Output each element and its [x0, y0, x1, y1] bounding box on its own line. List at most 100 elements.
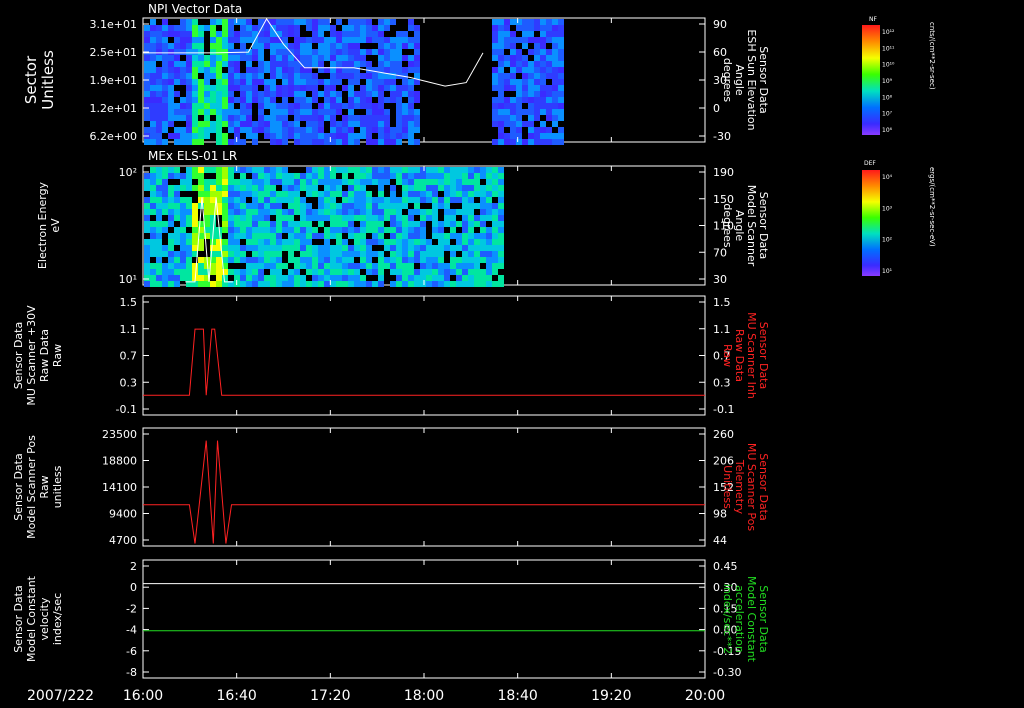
- heat-cell: [318, 197, 324, 203]
- ytick-label: -0.1: [116, 403, 137, 416]
- heat-cell: [342, 121, 348, 127]
- heat-cell: [282, 19, 288, 25]
- heat-cell: [210, 25, 216, 31]
- heat-cell: [192, 215, 198, 221]
- heat-cell: [414, 275, 420, 281]
- heat-cell: [408, 121, 414, 127]
- heat-cell: [318, 25, 324, 31]
- heat-cell: [366, 227, 372, 233]
- heat-cell: [390, 49, 396, 55]
- heat-cell: [516, 133, 522, 139]
- heat-cell: [324, 251, 330, 257]
- heat-cell: [228, 215, 234, 221]
- heat-cell: [186, 209, 192, 215]
- heat-cell: [162, 91, 168, 97]
- heat-cell: [510, 73, 516, 79]
- heat-cell: [540, 49, 546, 55]
- heat-cell: [348, 257, 354, 263]
- heat-cell: [528, 127, 534, 133]
- heat-cell: [240, 245, 246, 251]
- heat-cell: [480, 203, 486, 209]
- heat-cell: [276, 197, 282, 203]
- heat-cell: [348, 97, 354, 103]
- heat-cell: [414, 61, 420, 67]
- heat-cell: [168, 269, 174, 275]
- heat-cell: [294, 173, 300, 179]
- heat-cell: [240, 197, 246, 203]
- heat-cell: [222, 203, 228, 209]
- heat-cell: [204, 79, 210, 85]
- heat-cell: [396, 49, 402, 55]
- heat-cell: [396, 91, 402, 97]
- heat-cell: [522, 19, 528, 25]
- heat-cell: [186, 239, 192, 245]
- heat-cell: [414, 25, 420, 31]
- heat-cell: [342, 115, 348, 121]
- heat-cell: [210, 221, 216, 227]
- heat-cell: [342, 257, 348, 263]
- heat-cell: [222, 55, 228, 61]
- heat-cell: [258, 97, 264, 103]
- heat-cell: [234, 233, 240, 239]
- heat-cell: [228, 103, 234, 109]
- heat-cell: [270, 239, 276, 245]
- heat-cell: [414, 73, 420, 79]
- heat-cell: [510, 133, 516, 139]
- heat-cell: [498, 55, 504, 61]
- heat-cell: [552, 61, 558, 67]
- heat-cell: [426, 239, 432, 245]
- heat-cell: [198, 49, 204, 55]
- heat-cell: [312, 97, 318, 103]
- heat-cell: [234, 269, 240, 275]
- heat-cell: [366, 203, 372, 209]
- heat-cell: [402, 115, 408, 121]
- heat-cell: [258, 43, 264, 49]
- heat-cell: [540, 67, 546, 73]
- heat-cell: [180, 221, 186, 227]
- heat-cell: [390, 91, 396, 97]
- heat-cell: [312, 215, 318, 221]
- heat-cell: [498, 215, 504, 221]
- heat-cell: [210, 191, 216, 197]
- heat-cell: [300, 79, 306, 85]
- heat-cell: [240, 127, 246, 133]
- heat-cell: [342, 239, 348, 245]
- heat-cell: [402, 191, 408, 197]
- heat-cell: [276, 73, 282, 79]
- heat-cell: [216, 191, 222, 197]
- heat-cell: [468, 245, 474, 251]
- heat-cell: [312, 257, 318, 263]
- heat-cell: [168, 25, 174, 31]
- heat-cell: [330, 257, 336, 263]
- heat-cell: [510, 61, 516, 67]
- heat-cell: [558, 79, 564, 85]
- heat-cell: [468, 167, 474, 173]
- heat-cell: [420, 209, 426, 215]
- heat-cell: [354, 239, 360, 245]
- heat-cell: [222, 215, 228, 221]
- heat-cell: [498, 49, 504, 55]
- heat-cell: [534, 133, 540, 139]
- heat-cell: [150, 233, 156, 239]
- heat-cell: [492, 251, 498, 257]
- heat-cell: [228, 203, 234, 209]
- heat-cell: [300, 43, 306, 49]
- heat-cell: [390, 97, 396, 103]
- heat-cell: [402, 185, 408, 191]
- heat-cell: [540, 97, 546, 103]
- heat-cell: [288, 251, 294, 257]
- heat-cell: [240, 251, 246, 257]
- heat-cell: [234, 179, 240, 185]
- heat-cell: [144, 55, 150, 61]
- heat-cell: [168, 121, 174, 127]
- time-tick-label: 16:00: [123, 688, 163, 704]
- heat-cell: [318, 79, 324, 85]
- heat-cell: [306, 227, 312, 233]
- heat-cell: [288, 215, 294, 221]
- heat-cell: [516, 79, 522, 85]
- heat-cell: [432, 275, 438, 281]
- heat-cell: [330, 275, 336, 281]
- heat-cell: [270, 103, 276, 109]
- heat-cell: [264, 121, 270, 127]
- heat-cell: [336, 281, 342, 287]
